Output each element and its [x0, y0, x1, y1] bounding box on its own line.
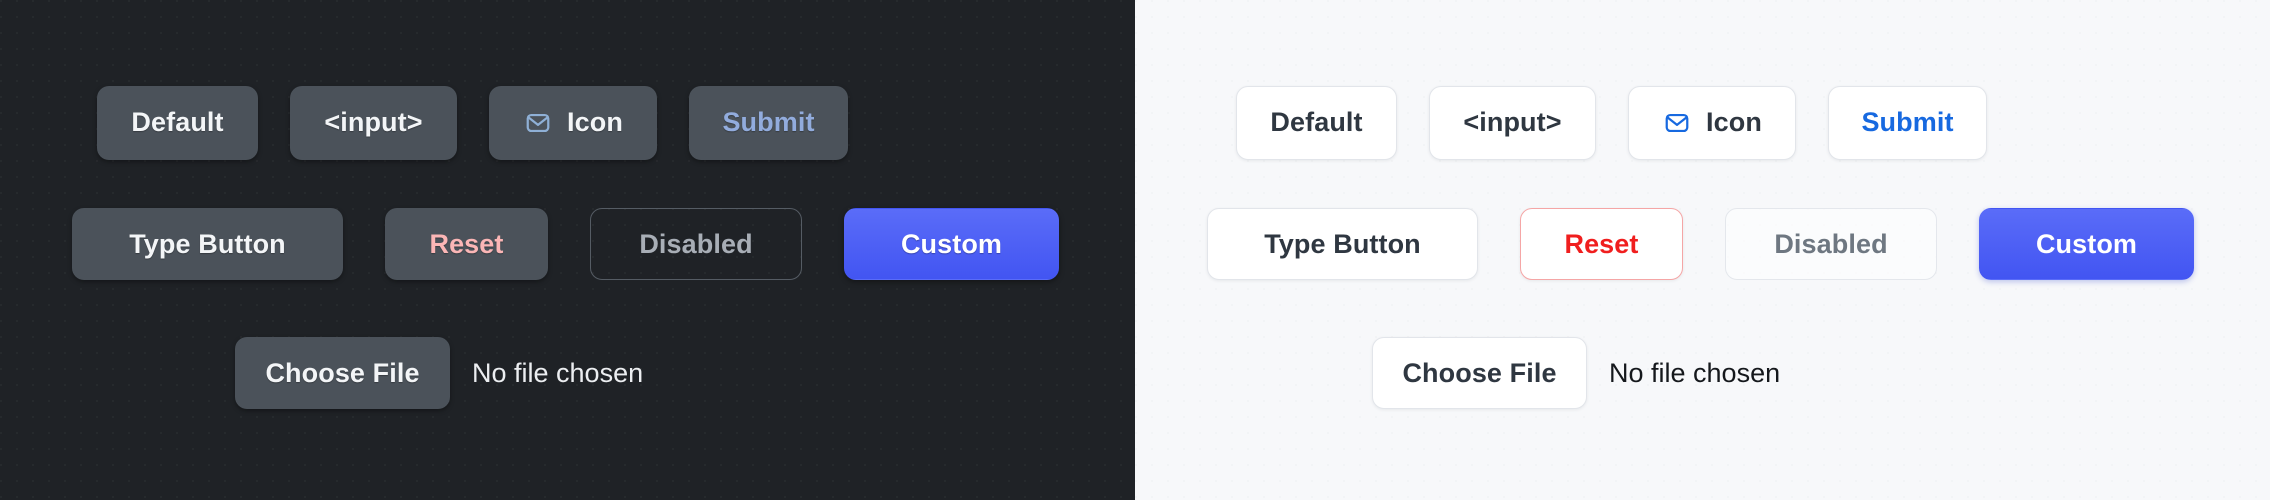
- dark-disabled-button: Disabled: [590, 208, 802, 280]
- dark-button-row-1: Default <input> Icon Submit: [97, 75, 848, 170]
- light-default-button-label: Default: [1270, 107, 1363, 137]
- dark-reset-button-label: Reset: [429, 228, 504, 259]
- light-custom-button-label: Custom: [2035, 228, 2138, 259]
- dark-default-button[interactable]: Default: [97, 85, 258, 160]
- light-file-status-text: No file chosen: [1609, 357, 1781, 388]
- light-type-button-label: Type Button: [1264, 228, 1421, 259]
- light-choose-file-button[interactable]: Choose File: [1372, 337, 1587, 409]
- dark-button-row-3: Choose File No file chosen: [235, 333, 643, 413]
- light-reset-button-label: Reset: [1564, 228, 1639, 259]
- light-reset-button[interactable]: Reset: [1520, 208, 1683, 280]
- light-choose-file-label: Choose File: [1402, 357, 1557, 388]
- dark-input-button[interactable]: <input>: [290, 85, 457, 160]
- dark-icon-button-label: Icon: [567, 107, 623, 137]
- dark-custom-button[interactable]: Custom: [844, 208, 1059, 280]
- dark-submit-button[interactable]: Submit: [689, 85, 848, 160]
- dark-disabled-button-label: Disabled: [639, 228, 753, 259]
- light-disabled-button: Disabled: [1725, 208, 1937, 280]
- light-icon-button-label: Icon: [1706, 107, 1762, 137]
- light-rows: Default <input> Icon Submit Type Button …: [1135, 0, 2270, 500]
- light-file-input[interactable]: Choose File No file chosen: [1372, 337, 1780, 409]
- light-input-button-label: <input>: [1463, 107, 1562, 137]
- button-showcase-stage: Default <input> Icon Submit Type Button …: [0, 0, 2270, 500]
- dark-file-input[interactable]: Choose File No file chosen: [235, 337, 643, 409]
- light-button-row-3: Choose File No file chosen: [1372, 333, 1780, 413]
- light-icon-button[interactable]: Icon: [1628, 85, 1796, 160]
- dark-theme-panel: Default <input> Icon Submit Type Button …: [0, 0, 1135, 500]
- dark-file-status-text: No file chosen: [472, 357, 644, 388]
- light-theme-panel: Default <input> Icon Submit Type Button …: [1135, 0, 2270, 500]
- dark-type-button-label: Type Button: [129, 228, 286, 259]
- light-custom-button[interactable]: Custom: [1979, 208, 2194, 280]
- dark-type-button[interactable]: Type Button: [72, 208, 343, 280]
- dark-default-button-label: Default: [131, 107, 224, 137]
- dark-custom-button-label: Custom: [900, 228, 1003, 259]
- dark-choose-file-button[interactable]: Choose File: [235, 337, 450, 409]
- light-type-button[interactable]: Type Button: [1207, 208, 1478, 280]
- light-default-button[interactable]: Default: [1236, 85, 1397, 160]
- dark-rows: Default <input> Icon Submit Type Button …: [0, 0, 1135, 500]
- light-input-button[interactable]: <input>: [1429, 85, 1596, 160]
- dark-choose-file-label: Choose File: [265, 357, 420, 388]
- light-button-row-1: Default <input> Icon Submit: [1236, 75, 1987, 170]
- dark-submit-button-label: Submit: [722, 107, 815, 137]
- light-disabled-button-label: Disabled: [1774, 228, 1888, 259]
- envelope-icon: [1662, 108, 1692, 138]
- dark-icon-button[interactable]: Icon: [489, 85, 657, 160]
- dark-button-row-2: Type Button Reset Disabled Custom: [72, 203, 1059, 285]
- dark-reset-button[interactable]: Reset: [385, 208, 548, 280]
- light-submit-button[interactable]: Submit: [1828, 85, 1987, 160]
- envelope-icon: [523, 108, 553, 138]
- light-submit-button-label: Submit: [1861, 107, 1954, 137]
- light-button-row-2: Type Button Reset Disabled Custom: [1207, 203, 2194, 285]
- dark-input-button-label: <input>: [324, 107, 423, 137]
